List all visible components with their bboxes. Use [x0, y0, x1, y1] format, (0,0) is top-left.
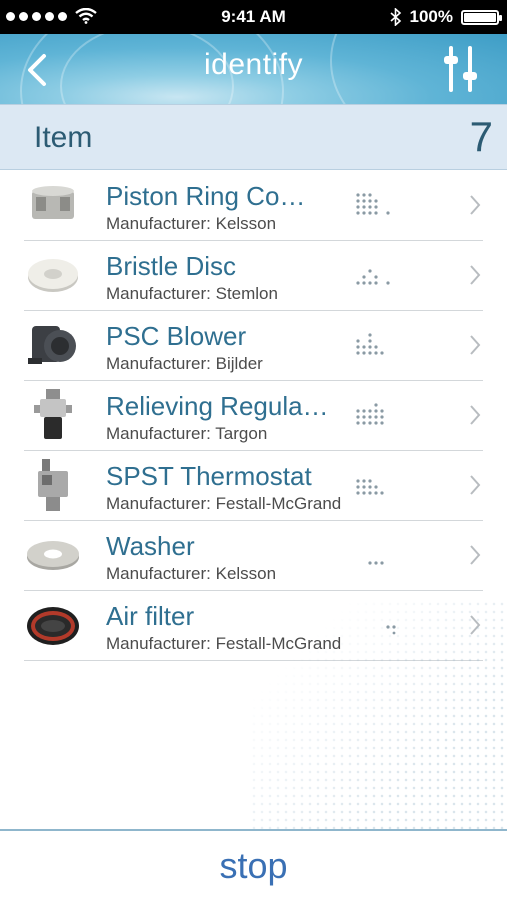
- item-name: Relieving Regula…: [106, 391, 329, 421]
- list-item[interactable]: Washer Manufacturer: Kelsson: [24, 521, 483, 591]
- chevron-right-icon: [470, 265, 481, 285]
- signal-strength-icon: [356, 269, 390, 285]
- item-list: Piston Ring Co… Manufacturer: Kelsson Br…: [0, 171, 507, 661]
- chevron-right-icon: [470, 195, 481, 215]
- bristle-disc-image: [24, 247, 82, 303]
- background-pattern: [250, 600, 507, 830]
- bluetooth-icon: [389, 8, 401, 26]
- item-manufacturer: Manufacturer: Kelsson: [106, 564, 277, 583]
- page-title: identify: [203, 48, 304, 81]
- signal-strength-icon: [356, 193, 390, 215]
- item-manufacturer: Manufacturer: Targon: [106, 424, 268, 443]
- bottom-toolbar: stop: [0, 829, 507, 900]
- battery-icon: [461, 9, 502, 25]
- section-header: Item 7: [0, 104, 507, 170]
- thermostat-image: [24, 457, 82, 513]
- item-name: Bristle Disc: [106, 251, 237, 281]
- list-item[interactable]: Relieving Regula… Manufacturer: Targon: [24, 381, 483, 451]
- item-manufacturer: Manufacturer: Kelsson: [106, 214, 277, 233]
- signal-strength-icon: [368, 561, 384, 565]
- item-name: SPST Thermostat: [106, 461, 312, 491]
- item-manufacturer: Manufacturer: Festall-McGrand: [106, 494, 342, 513]
- sliders-icon: [444, 46, 477, 92]
- signal-strength-icon: [356, 479, 384, 495]
- nav-bar: identify: [0, 34, 507, 104]
- item-name: PSC Blower: [106, 321, 247, 351]
- regulator-image: [24, 387, 82, 443]
- list-item[interactable]: Bristle Disc Manufacturer: Stemlon: [24, 241, 483, 311]
- air-filter-image: [24, 597, 82, 653]
- battery-percent: 100%: [409, 7, 453, 26]
- list-item[interactable]: PSC Blower Manufacturer: Bijlder: [24, 311, 483, 381]
- chevron-right-icon: [470, 335, 481, 355]
- section-title: Item: [34, 121, 93, 154]
- item-manufacturer: Manufacturer: Bijlder: [106, 354, 263, 373]
- signal-strength-icon: [356, 333, 384, 355]
- list-item[interactable]: SPST Thermostat Manufacturer: Festall-Mc…: [24, 451, 483, 521]
- chevron-right-icon: [470, 475, 481, 495]
- psc-blower-image: [24, 317, 82, 373]
- washer-image: [24, 527, 82, 583]
- list-item[interactable]: Piston Ring Co… Manufacturer: Kelsson: [24, 171, 483, 241]
- piston-ring-image: [24, 177, 82, 233]
- chevron-right-icon: [470, 405, 481, 425]
- item-name: Washer: [106, 531, 195, 561]
- chevron-right-icon: [470, 545, 481, 565]
- item-manufacturer: Manufacturer: Stemlon: [106, 284, 278, 303]
- signal-strength-icon: [356, 403, 384, 425]
- stop-button[interactable]: stop: [0, 845, 507, 887]
- status-bar: 9:41 AM 100%: [0, 0, 507, 34]
- settings-button[interactable]: [439, 44, 483, 94]
- item-name: Piston Ring Co…: [106, 181, 306, 211]
- item-count: 7: [469, 113, 493, 160]
